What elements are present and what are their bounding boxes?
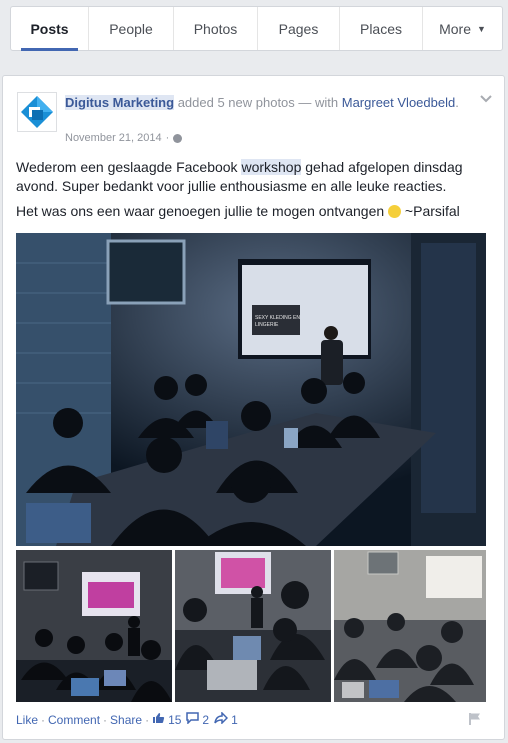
- chevron-down-icon[interactable]: [480, 92, 492, 106]
- post-meta: November 21, 2014 ·: [65, 132, 183, 144]
- avatar[interactable]: [17, 92, 57, 132]
- share-icon[interactable]: [214, 711, 229, 727]
- flag-icon[interactable]: [468, 712, 482, 731]
- hashtag-workshop: workshop: [241, 159, 302, 175]
- punctuation: .: [455, 95, 459, 110]
- globe-icon[interactable]: [173, 133, 183, 143]
- tab-posts[interactable]: Posts: [11, 7, 89, 51]
- thumbnail-photo-2[interactable]: [175, 550, 331, 702]
- post-card: Digitus Marketing added 5 new photos — w…: [2, 75, 505, 740]
- post-headline: Digitus Marketing added 5 new photos — w…: [65, 94, 465, 112]
- separator: ·: [145, 712, 150, 727]
- like-count[interactable]: 15: [168, 713, 181, 727]
- thumbnail-photo-1[interactable]: [16, 550, 172, 702]
- digitus-logo-icon: [21, 96, 53, 128]
- like-link[interactable]: Like: [16, 713, 38, 727]
- post-text: Wederom een geslaagde Facebook workshop …: [16, 158, 496, 227]
- smiley-icon: [388, 205, 402, 218]
- share-count[interactable]: 1: [231, 713, 238, 727]
- post-paragraph-2: Het was ons een waar genoegen jullie te …: [16, 203, 460, 219]
- tab-photos[interactable]: Photos: [174, 7, 258, 50]
- main-photo[interactable]: SEXY KLEDING EN LINGERIE: [16, 233, 486, 546]
- slide-text-1: SEXY KLEDING EN: [255, 315, 300, 321]
- post-date-link[interactable]: November 21, 2014: [65, 132, 162, 144]
- tab-people[interactable]: People: [89, 7, 174, 50]
- like-icon[interactable]: [152, 712, 165, 727]
- meta-separator: ·: [165, 132, 170, 144]
- separator: ·: [41, 712, 46, 727]
- actor-name-link[interactable]: Digitus Marketing: [65, 95, 175, 110]
- slide-text-2: LINGERIE: [255, 322, 279, 328]
- comment-icon[interactable]: [186, 712, 200, 727]
- profile-tabs: Posts People Photos Pages Places More ▼: [10, 6, 503, 51]
- separator: ·: [103, 712, 108, 727]
- post-actions: Like · Comment · Share · 15 2 1: [16, 711, 240, 727]
- thumbnail-photo-3[interactable]: [334, 550, 486, 702]
- caret-down-icon: ▼: [476, 23, 486, 34]
- comment-link[interactable]: Comment: [48, 713, 100, 727]
- tab-more[interactable]: More ▼: [423, 7, 502, 50]
- post-paragraph-1: Wederom een geslaagde Facebook workshop …: [16, 159, 463, 194]
- tagged-user-link[interactable]: Margreet Vloedbeld: [342, 95, 455, 110]
- share-link[interactable]: Share: [110, 713, 142, 727]
- tab-places[interactable]: Places: [340, 7, 423, 50]
- tab-pages[interactable]: Pages: [258, 7, 340, 50]
- action-text: added 5 new photos — with: [174, 95, 342, 110]
- comment-count[interactable]: 2: [202, 713, 209, 727]
